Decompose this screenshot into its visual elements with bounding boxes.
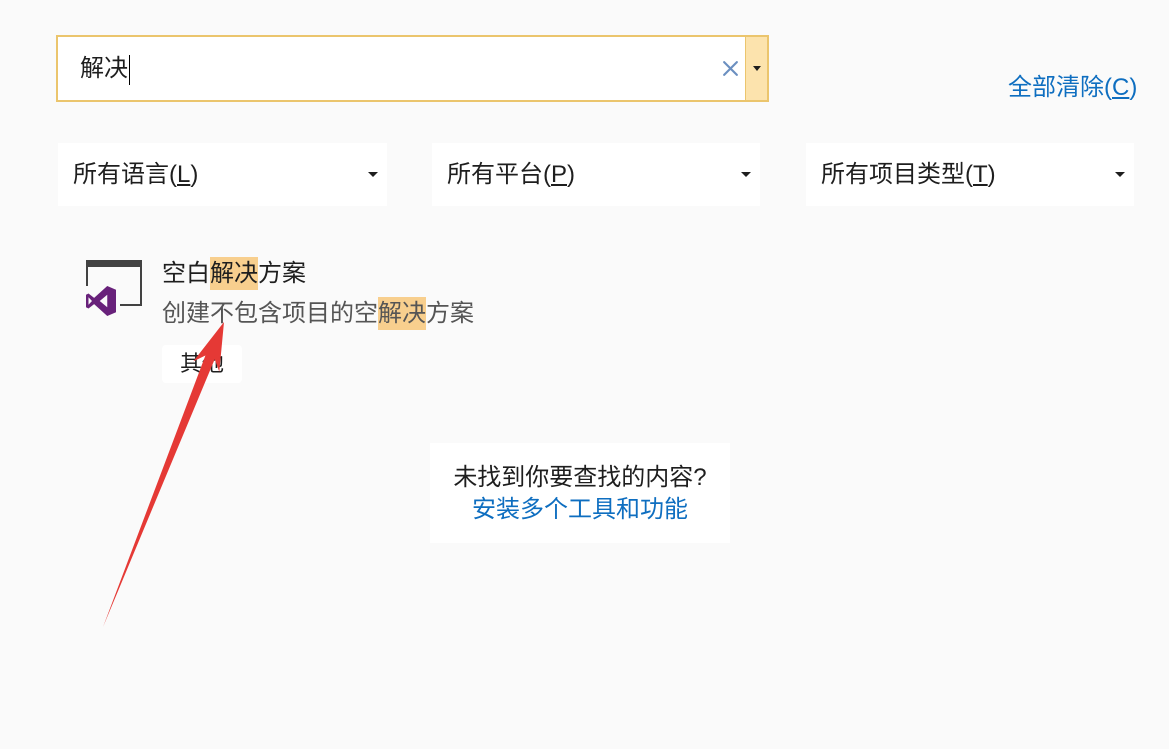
search-history-dropdown-button[interactable]: [745, 37, 767, 100]
filter-label-end: ): [987, 161, 996, 188]
filter-label-text: 所有语言(: [73, 161, 177, 188]
result-description-text: 创建不包含项目的空: [162, 300, 378, 327]
not-found-panel: 未找到你要查找的内容? 安装多个工具和功能: [430, 443, 730, 543]
caret-down-icon: [752, 66, 761, 71]
search-input-value: 解决: [80, 55, 128, 82]
clear-search-button[interactable]: [716, 37, 744, 100]
close-icon: [722, 61, 738, 76]
filter-label-end: ): [190, 161, 199, 188]
clear-all-access-key: C: [1112, 74, 1130, 101]
visual-studio-solution-icon: [86, 260, 142, 316]
platform-filter-dropdown[interactable]: 所有平台(P): [432, 143, 760, 206]
result-title-text: 方案: [258, 260, 306, 287]
install-tools-link[interactable]: 安装多个工具和功能: [430, 494, 730, 526]
result-title: 空白解决方案: [162, 257, 306, 290]
filter-label-end: ): [567, 161, 576, 188]
caret-down-icon: [368, 172, 378, 177]
result-description: 创建不包含项目的空解决方案: [162, 297, 474, 330]
result-description-text: 方案: [426, 300, 474, 327]
platform-filter-label: 所有平台(P): [447, 143, 575, 206]
new-project-search-panel: 解决 全部清除(C) 所有语言(L) 所有平台(P) 所有项目类型(T) 空白解…: [0, 0, 1169, 749]
not-found-message: 未找到你要查找的内容?: [453, 464, 707, 491]
project-type-filter-dropdown[interactable]: 所有项目类型(T): [806, 143, 1134, 206]
search-input[interactable]: 解决: [56, 35, 769, 102]
clear-all-label-end: ): [1129, 74, 1138, 101]
result-title-text: 空白: [162, 260, 210, 287]
project-tag: 其他: [162, 345, 243, 383]
filter-label-text: 所有平台(: [447, 161, 551, 188]
filter-access-key: P: [551, 161, 568, 188]
clear-all-label: 全部清除(: [1008, 74, 1112, 101]
search-input-text: 解决: [80, 37, 130, 100]
search-match-highlight: 解决: [378, 297, 426, 330]
filter-label-text: 所有项目类型(: [821, 161, 973, 188]
caret-down-icon: [741, 172, 751, 177]
language-filter-dropdown[interactable]: 所有语言(L): [58, 143, 387, 206]
search-match-highlight: 解决: [210, 257, 258, 290]
filter-access-key: L: [177, 161, 191, 188]
project-type-filter-label: 所有项目类型(T): [821, 143, 996, 206]
clear-all-link[interactable]: 全部清除(C): [1008, 72, 1137, 104]
language-filter-label: 所有语言(L): [73, 143, 198, 206]
list-item-blank-solution[interactable]: 空白解决方案 创建不包含项目的空解决方案 其他: [80, 250, 500, 390]
caret-down-icon: [1115, 172, 1125, 177]
text-cursor: [129, 54, 130, 85]
filter-access-key: T: [973, 161, 988, 188]
